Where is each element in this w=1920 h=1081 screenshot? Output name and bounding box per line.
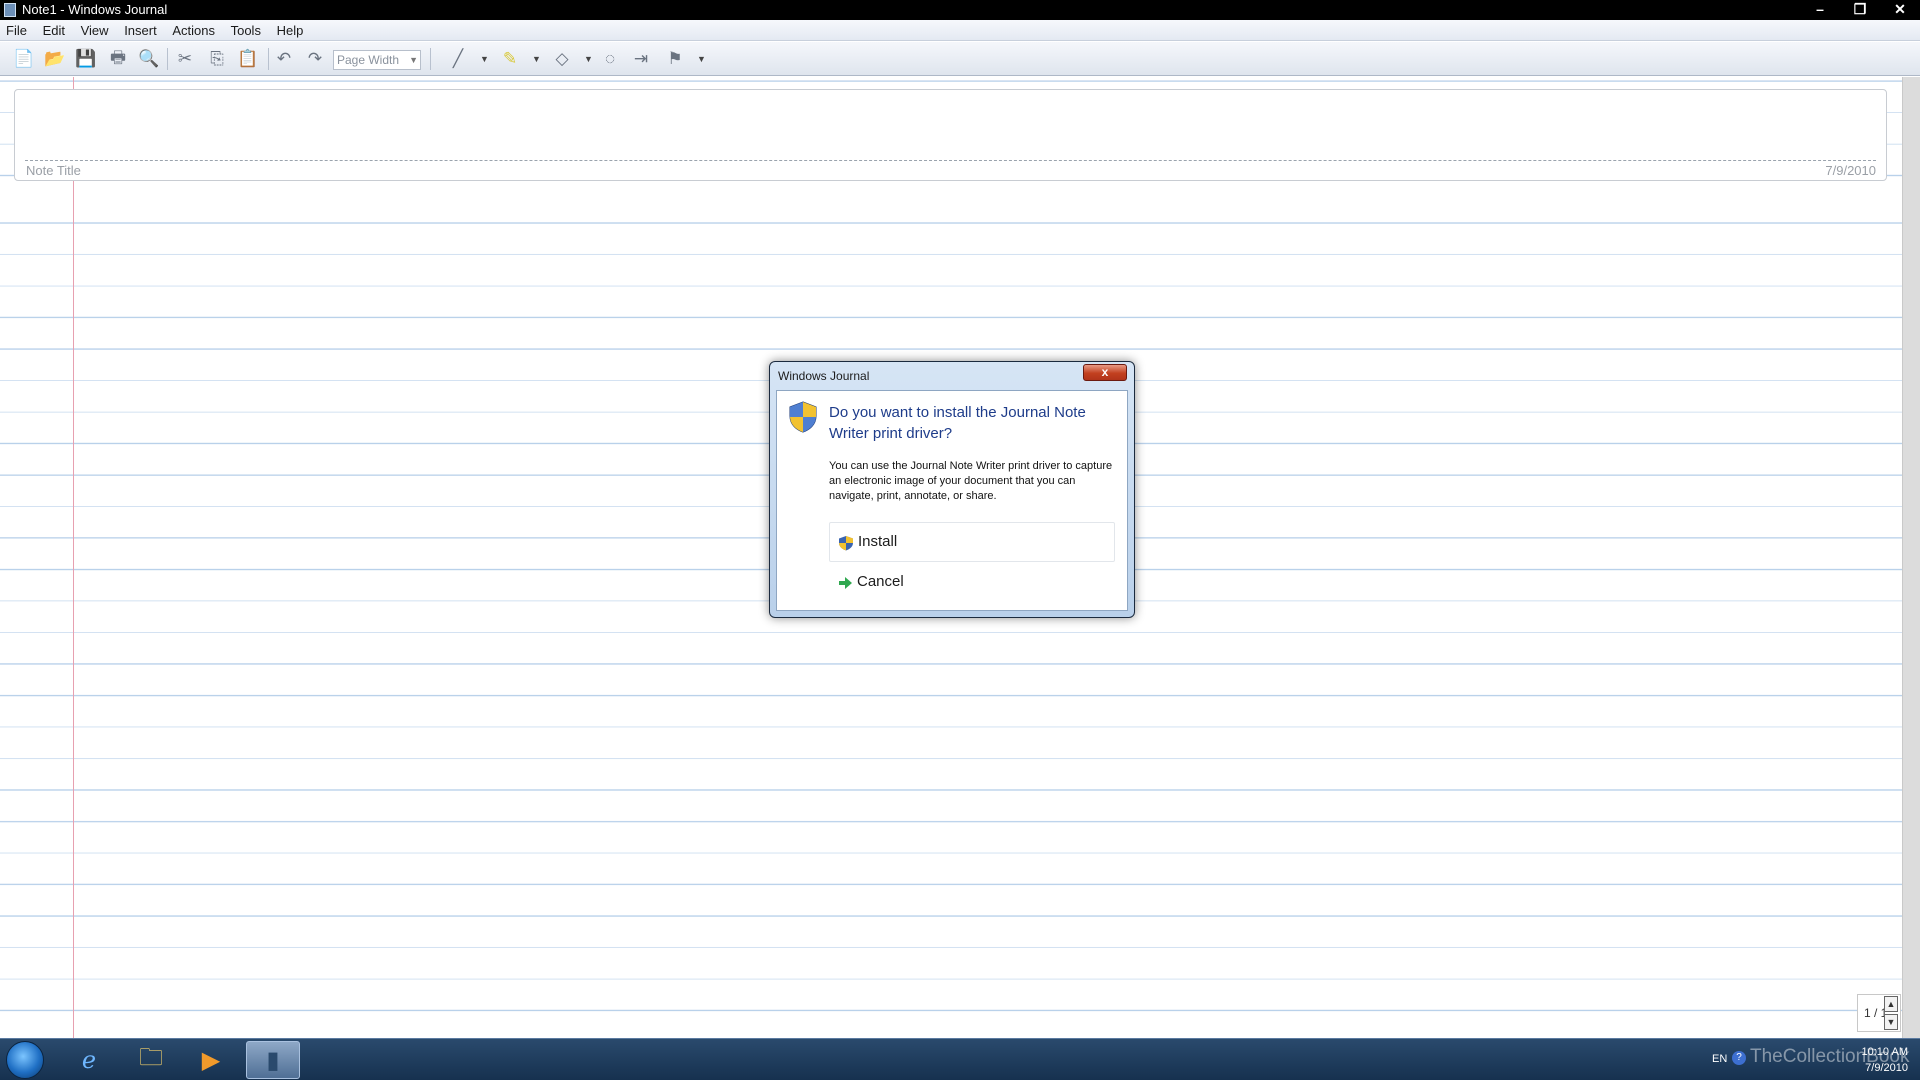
insert-space-icon[interactable]: ⇥: [629, 47, 653, 71]
vertical-scrollbar[interactable]: [1902, 77, 1920, 1038]
chevron-down-icon: ▼: [409, 55, 418, 65]
window-title-bar[interactable]: Note1 - Windows Journal – ❐ ✕: [0, 0, 1920, 20]
dialog-content: Do you want to install the Journal Note …: [776, 390, 1128, 611]
menu-view[interactable]: View: [75, 20, 115, 41]
next-page-icon[interactable]: ▼: [1884, 1014, 1898, 1030]
security-shield-icon: [789, 401, 817, 433]
taskbar: ℯ 🗀 ▶ ▮ EN ? TheCollectionBook 10:10 AM …: [0, 1038, 1920, 1080]
copy-icon[interactable]: ⎘: [205, 47, 229, 71]
pen-dropdown-icon[interactable]: ▼: [480, 54, 489, 64]
window-title: Note1 - Windows Journal: [22, 2, 168, 17]
redo-icon[interactable]: ↷: [303, 47, 327, 71]
paste-icon[interactable]: 📋: [236, 47, 260, 71]
note-title-area[interactable]: Note Title 7/9/2010: [14, 89, 1887, 181]
close-window-button[interactable]: ✕: [1880, 0, 1920, 20]
menu-file[interactable]: File: [0, 20, 33, 41]
zoom-value: Page Width: [337, 53, 400, 67]
save-icon[interactable]: 💾: [74, 47, 98, 71]
menu-actions[interactable]: Actions: [166, 20, 221, 41]
menu-bar: File Edit View Insert Actions Tools Help: [0, 20, 1920, 41]
clock[interactable]: 10:10 AM 7/9/2010: [1862, 1044, 1908, 1076]
toolbar-separator: [167, 48, 168, 70]
flag-dropdown-icon[interactable]: ▼: [697, 54, 706, 64]
start-button[interactable]: [6, 1041, 44, 1079]
media-player-icon[interactable]: ▶: [184, 1041, 238, 1079]
dialog-title: Windows Journal: [778, 369, 870, 383]
find-icon[interactable]: 🔍: [137, 47, 161, 71]
eraser-dropdown-icon[interactable]: ▼: [584, 54, 593, 64]
install-button[interactable]: Install: [829, 522, 1115, 562]
menu-insert[interactable]: Insert: [118, 20, 163, 41]
restore-button[interactable]: ❐: [1840, 0, 1880, 20]
menu-help[interactable]: Help: [271, 20, 310, 41]
page-navigator: 1 / 1 ▲ ▼: [1857, 994, 1901, 1032]
install-label: Install: [858, 533, 898, 550]
new-note-icon[interactable]: 📄: [12, 47, 36, 71]
highlighter-icon[interactable]: ✎: [498, 47, 522, 71]
lasso-icon[interactable]: ◌: [598, 47, 622, 71]
system-tray: EN ? TheCollectionBook 10:10 AM 7/9/2010: [1680, 1039, 1920, 1081]
margin-line: [73, 77, 74, 1038]
green-arrow-icon: [839, 577, 852, 589]
install-driver-dialog: Windows Journal x Do you want to install…: [769, 361, 1135, 618]
language-indicator[interactable]: EN: [1712, 1053, 1727, 1065]
note-date: 7/9/2010: [1825, 163, 1876, 178]
open-icon[interactable]: 📂: [43, 47, 67, 71]
cut-icon[interactable]: ✂: [173, 47, 197, 71]
undo-icon[interactable]: ↶: [272, 47, 296, 71]
internet-explorer-icon[interactable]: ℯ: [62, 1041, 116, 1079]
note-title-placeholder: Note Title: [26, 163, 81, 178]
pen-icon[interactable]: ╱: [446, 47, 470, 71]
cancel-label: Cancel: [857, 573, 904, 590]
menu-edit[interactable]: Edit: [37, 20, 71, 41]
highlighter-dropdown-icon[interactable]: ▼: [532, 54, 541, 64]
toolbar-separator: [268, 48, 269, 70]
dialog-description: You can use the Journal Note Writer prin…: [829, 460, 1113, 502]
flag-icon[interactable]: ⚑: [663, 47, 687, 71]
eraser-icon[interactable]: ◇: [550, 47, 574, 71]
help-icon[interactable]: ?: [1732, 1051, 1746, 1065]
minimize-button[interactable]: –: [1800, 0, 1840, 20]
dialog-question: Do you want to install the Journal Note …: [829, 404, 1086, 442]
toolbar-separator: [430, 48, 431, 70]
journal-app-icon: [4, 3, 16, 17]
windows-journal-icon[interactable]: ▮: [246, 1041, 300, 1079]
print-icon[interactable]: 🖶: [106, 47, 130, 71]
menu-tools[interactable]: Tools: [225, 20, 267, 41]
previous-page-icon[interactable]: ▲: [1884, 996, 1898, 1012]
clock-time: 10:10 AM: [1861, 1046, 1908, 1058]
uac-shield-icon: [839, 536, 853, 551]
zoom-select[interactable]: Page Width ▼: [333, 50, 421, 70]
dialog-close-button[interactable]: x: [1083, 364, 1127, 381]
windows-explorer-icon[interactable]: 🗀: [124, 1041, 178, 1079]
clock-date: 7/9/2010: [1865, 1062, 1908, 1074]
toolbar: 📄 📂 💾 🖶 🔍 ✂ ⎘ 📋 ↶ ↷ Page Width ▼ ╱ ▼ ✎ ▼…: [0, 42, 1920, 76]
title-divider: [25, 160, 1876, 161]
cancel-button[interactable]: Cancel: [829, 563, 1115, 603]
